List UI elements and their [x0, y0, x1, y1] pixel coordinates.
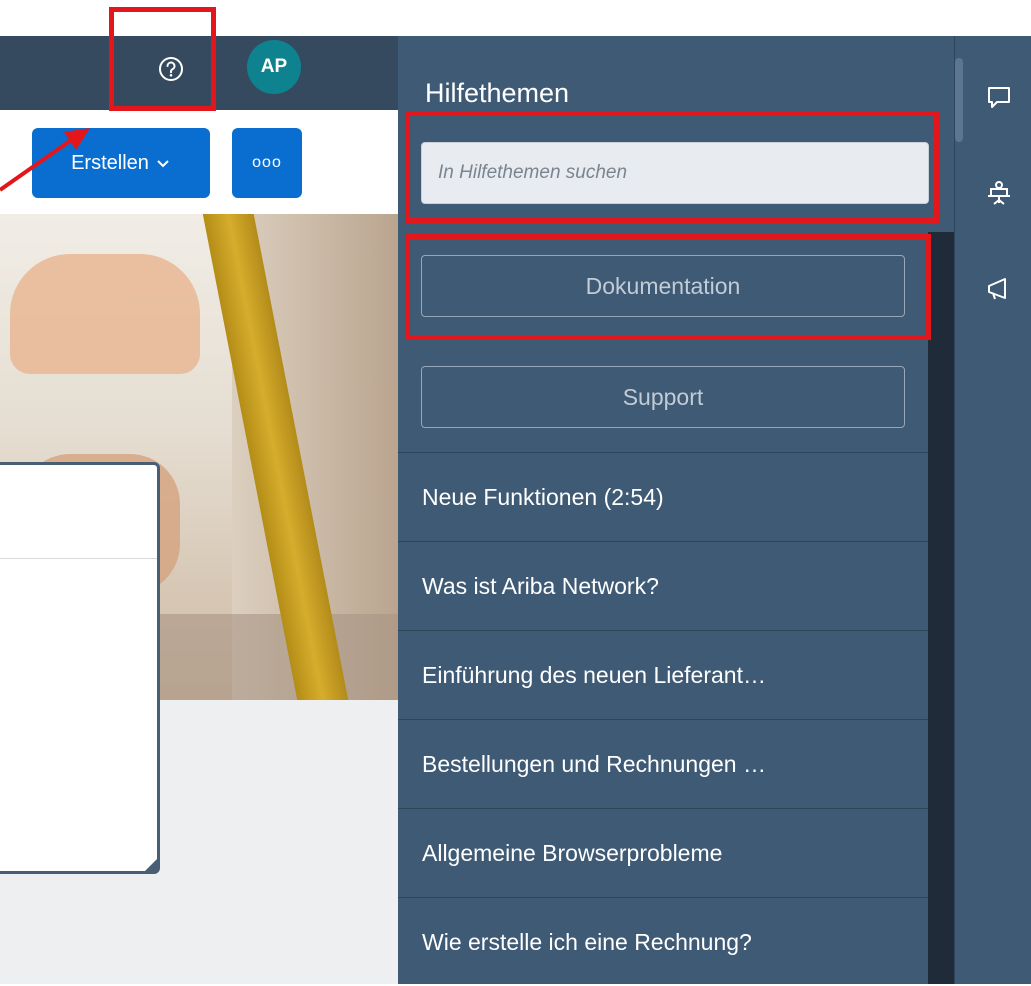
annotation-arrow [0, 128, 90, 192]
chevron-down-icon [157, 160, 169, 168]
help-topic-item[interactable]: Bestellungen und Rechnungen … [398, 719, 928, 808]
presentation-icon [988, 181, 1010, 205]
help-panel-title: Hilfethemen [425, 78, 570, 108]
help-topic-item[interactable]: Neue Funktionen (2:54) [398, 452, 928, 541]
side-rail-scrollbar[interactable] [955, 58, 963, 142]
help-topic-item[interactable]: Wie erstelle ich eine Rechnung? [398, 897, 928, 986]
user-avatar[interactable]: AP [247, 40, 301, 94]
help-icon [159, 57, 183, 81]
content-card[interactable] [0, 462, 160, 874]
documentation-button[interactable]: Dokumentation [421, 255, 905, 317]
help-topics-list: Neue Funktionen (2:54) Was ist Ariba Net… [398, 452, 928, 986]
more-actions-label: ooo [252, 154, 282, 171]
card-resize-corner [144, 858, 158, 872]
help-panel-scrollbar[interactable] [928, 232, 954, 984]
documentation-label: Dokumentation [585, 272, 741, 299]
help-topic-item[interactable]: Einführung des neuen Lieferant… [398, 630, 928, 719]
support-label: Support [622, 383, 704, 410]
help-topic-item[interactable]: Was ist Ariba Network? [398, 541, 928, 630]
more-actions-button[interactable]: ooo [232, 128, 302, 198]
announcements-button[interactable] [982, 272, 1016, 306]
help-search-input[interactable] [421, 142, 929, 204]
chat-icon [988, 87, 1010, 108]
avatar-initials: AP [260, 56, 288, 77]
support-button[interactable]: Support [421, 366, 905, 428]
help-button[interactable] [150, 48, 192, 90]
chat-button[interactable] [982, 80, 1016, 114]
megaphone-icon [988, 278, 1006, 300]
shell-bar [0, 36, 398, 110]
guided-tour-button[interactable] [982, 176, 1016, 210]
card-divider [0, 558, 157, 559]
help-topic-item[interactable]: Allgemeine Browserprobleme [398, 808, 928, 897]
